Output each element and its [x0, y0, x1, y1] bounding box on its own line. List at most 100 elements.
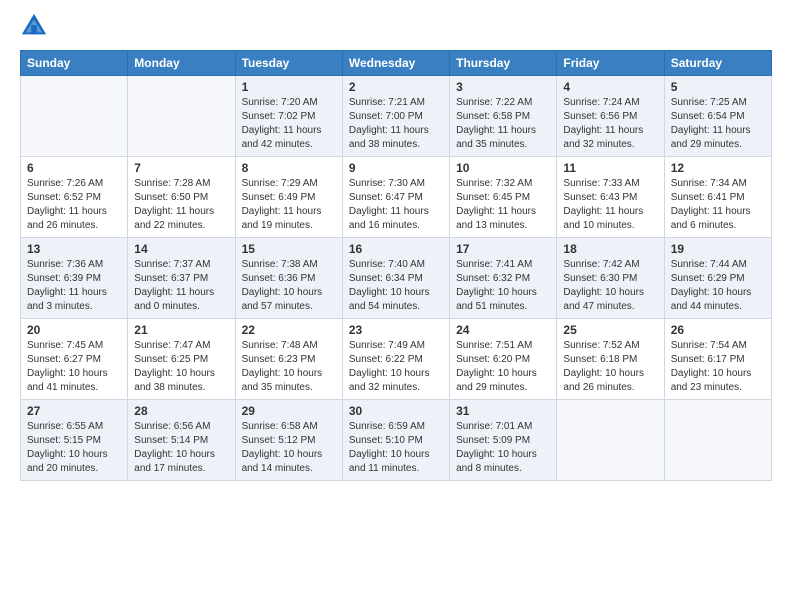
day-info: Sunrise: 6:59 AM Sunset: 5:10 PM Dayligh… [349, 420, 443, 476]
calendar-cell: 7Sunrise: 7:28 AM Sunset: 6:50 PM Daylig… [128, 157, 235, 238]
week-row-2: 6 Sunrise: 7:26 AM Sunset: 6:52 PM Daylig… [21, 157, 772, 238]
calendar-cell: 15 Sunrise: 7:38 AM Sunset: 6:36 PM Dayli… [235, 238, 342, 319]
day-number: 4 [563, 80, 657, 94]
logo [20, 16, 52, 40]
day-info: Sunrise: 7:25 AM Sunset: 6:54 PM Dayligh… [671, 96, 765, 152]
day-number: 20 [27, 323, 121, 337]
day-number: 3 [456, 80, 550, 94]
day-number: 24 [456, 323, 550, 337]
calendar-cell: 30 Sunrise: 6:59 AM Sunset: 5:10 PM Dayli… [342, 400, 449, 481]
day-info: Sunrise: 7:54 AM Sunset: 6:17 PM Dayligh… [671, 339, 765, 395]
day-number: 22 [242, 323, 336, 337]
calendar-cell: 23 Sunrise: 7:49 AM Sunset: 6:22 PM Dayli… [342, 319, 449, 400]
calendar-cell: 8Sunrise: 7:29 AM Sunset: 6:49 PM Daylig… [235, 157, 342, 238]
calendar-cell: 27 Sunrise: 6:55 AM Sunset: 5:15 PM Dayli… [21, 400, 128, 481]
day-info: Sunrise: 7:01 AM Sunset: 5:09 PM Dayligh… [456, 420, 550, 476]
day-number: 25 [563, 323, 657, 337]
day-number: 27 [27, 404, 121, 418]
header-cell-thursday: Thursday [450, 51, 557, 76]
day-number: 16 [349, 242, 443, 256]
day-info: Sunrise: 6:55 AM Sunset: 5:15 PM Dayligh… [27, 420, 121, 476]
day-number: 18 [563, 242, 657, 256]
calendar-cell: 17Sunrise: 7:41 AM Sunset: 6:32 PM Dayli… [450, 238, 557, 319]
calendar-cell: 18Sunrise: 7:42 AM Sunset: 6:30 PM Dayli… [557, 238, 664, 319]
calendar-cell: 25 Sunrise: 7:52 AM Sunset: 6:18 PM Dayli… [557, 319, 664, 400]
day-number: 23 [349, 323, 443, 337]
day-number: 9 [349, 161, 443, 175]
calendar-cell: 24Sunrise: 7:51 AM Sunset: 6:20 PM Dayli… [450, 319, 557, 400]
day-info: Sunrise: 7:30 AM Sunset: 6:47 PM Dayligh… [349, 177, 443, 233]
day-info: Sunrise: 7:29 AM Sunset: 6:49 PM Dayligh… [242, 177, 336, 233]
calendar-cell: 6 Sunrise: 7:26 AM Sunset: 6:52 PM Daylig… [21, 157, 128, 238]
week-row-1: 1 Sunrise: 7:20 AM Sunset: 7:02 PM Daylig… [21, 76, 772, 157]
day-info: Sunrise: 7:22 AM Sunset: 6:58 PM Dayligh… [456, 96, 550, 152]
calendar-cell: 22 Sunrise: 7:48 AM Sunset: 6:23 PM Dayli… [235, 319, 342, 400]
calendar-cell: 3 Sunrise: 7:22 AM Sunset: 6:58 PM Daylig… [450, 76, 557, 157]
calendar-cell: 4 Sunrise: 7:24 AM Sunset: 6:56 PM Daylig… [557, 76, 664, 157]
header-cell-friday: Friday [557, 51, 664, 76]
day-number: 10 [456, 161, 550, 175]
day-number: 31 [456, 404, 550, 418]
calendar-cell: 26 Sunrise: 7:54 AM Sunset: 6:17 PM Dayli… [664, 319, 771, 400]
calendar-cell: 20 Sunrise: 7:45 AM Sunset: 6:27 PM Dayli… [21, 319, 128, 400]
header-cell-sunday: Sunday [21, 51, 128, 76]
day-number: 12 [671, 161, 765, 175]
calendar-cell: 14 Sunrise: 7:37 AM Sunset: 6:37 PM Dayli… [128, 238, 235, 319]
calendar-cell [21, 76, 128, 157]
calendar-cell: 9 Sunrise: 7:30 AM Sunset: 6:47 PM Daylig… [342, 157, 449, 238]
calendar-cell: 13Sunrise: 7:36 AM Sunset: 6:39 PM Dayli… [21, 238, 128, 319]
calendar-cell: 31 Sunrise: 7:01 AM Sunset: 5:09 PM Dayli… [450, 400, 557, 481]
calendar-cell [664, 400, 771, 481]
week-row-4: 20 Sunrise: 7:45 AM Sunset: 6:27 PM Dayli… [21, 319, 772, 400]
day-number: 1 [242, 80, 336, 94]
day-info: Sunrise: 7:37 AM Sunset: 6:37 PM Dayligh… [134, 258, 228, 314]
day-info: Sunrise: 7:44 AM Sunset: 6:29 PM Dayligh… [671, 258, 765, 314]
header-row: SundayMondayTuesdayWednesdayThursdayFrid… [21, 51, 772, 76]
calendar-cell: 2 Sunrise: 7:21 AM Sunset: 7:00 PM Daylig… [342, 76, 449, 157]
day-number: 30 [349, 404, 443, 418]
day-number: 15 [242, 242, 336, 256]
calendar-cell: 21Sunrise: 7:47 AM Sunset: 6:25 PM Dayli… [128, 319, 235, 400]
day-number: 6 [27, 161, 121, 175]
day-info: Sunrise: 7:21 AM Sunset: 7:00 PM Dayligh… [349, 96, 443, 152]
calendar-cell: 29 Sunrise: 6:58 AM Sunset: 5:12 PM Dayli… [235, 400, 342, 481]
day-number: 28 [134, 404, 228, 418]
calendar-cell: 5Sunrise: 7:25 AM Sunset: 6:54 PM Daylig… [664, 76, 771, 157]
day-number: 21 [134, 323, 228, 337]
header-cell-saturday: Saturday [664, 51, 771, 76]
calendar-cell [128, 76, 235, 157]
calendar-cell: 16Sunrise: 7:40 AM Sunset: 6:34 PM Dayli… [342, 238, 449, 319]
day-number: 29 [242, 404, 336, 418]
day-info: Sunrise: 7:20 AM Sunset: 7:02 PM Dayligh… [242, 96, 336, 152]
calendar-cell: 10 Sunrise: 7:32 AM Sunset: 6:45 PM Dayli… [450, 157, 557, 238]
day-info: Sunrise: 7:38 AM Sunset: 6:36 PM Dayligh… [242, 258, 336, 314]
week-row-3: 13Sunrise: 7:36 AM Sunset: 6:39 PM Dayli… [21, 238, 772, 319]
day-info: Sunrise: 7:49 AM Sunset: 6:22 PM Dayligh… [349, 339, 443, 395]
header [20, 16, 772, 40]
day-number: 14 [134, 242, 228, 256]
day-number: 7 [134, 161, 228, 175]
week-row-5: 27 Sunrise: 6:55 AM Sunset: 5:15 PM Dayli… [21, 400, 772, 481]
day-info: Sunrise: 7:52 AM Sunset: 6:18 PM Dayligh… [563, 339, 657, 395]
day-info: Sunrise: 7:33 AM Sunset: 6:43 PM Dayligh… [563, 177, 657, 233]
day-info: Sunrise: 6:56 AM Sunset: 5:14 PM Dayligh… [134, 420, 228, 476]
day-info: Sunrise: 7:48 AM Sunset: 6:23 PM Dayligh… [242, 339, 336, 395]
calendar-cell: 1 Sunrise: 7:20 AM Sunset: 7:02 PM Daylig… [235, 76, 342, 157]
calendar-cell: 19Sunrise: 7:44 AM Sunset: 6:29 PM Dayli… [664, 238, 771, 319]
calendar-cell: 11 Sunrise: 7:33 AM Sunset: 6:43 PM Dayli… [557, 157, 664, 238]
day-info: Sunrise: 7:26 AM Sunset: 6:52 PM Dayligh… [27, 177, 121, 233]
calendar-table: SundayMondayTuesdayWednesdayThursdayFrid… [20, 50, 772, 481]
day-number: 11 [563, 161, 657, 175]
day-info: Sunrise: 7:32 AM Sunset: 6:45 PM Dayligh… [456, 177, 550, 233]
day-number: 2 [349, 80, 443, 94]
day-info: Sunrise: 7:34 AM Sunset: 6:41 PM Dayligh… [671, 177, 765, 233]
day-info: Sunrise: 7:24 AM Sunset: 6:56 PM Dayligh… [563, 96, 657, 152]
day-info: Sunrise: 6:58 AM Sunset: 5:12 PM Dayligh… [242, 420, 336, 476]
calendar-cell [557, 400, 664, 481]
page: SundayMondayTuesdayWednesdayThursdayFrid… [0, 0, 792, 491]
header-cell-wednesday: Wednesday [342, 51, 449, 76]
day-info: Sunrise: 7:41 AM Sunset: 6:32 PM Dayligh… [456, 258, 550, 314]
day-info: Sunrise: 7:45 AM Sunset: 6:27 PM Dayligh… [27, 339, 121, 395]
day-number: 26 [671, 323, 765, 337]
day-number: 13 [27, 242, 121, 256]
